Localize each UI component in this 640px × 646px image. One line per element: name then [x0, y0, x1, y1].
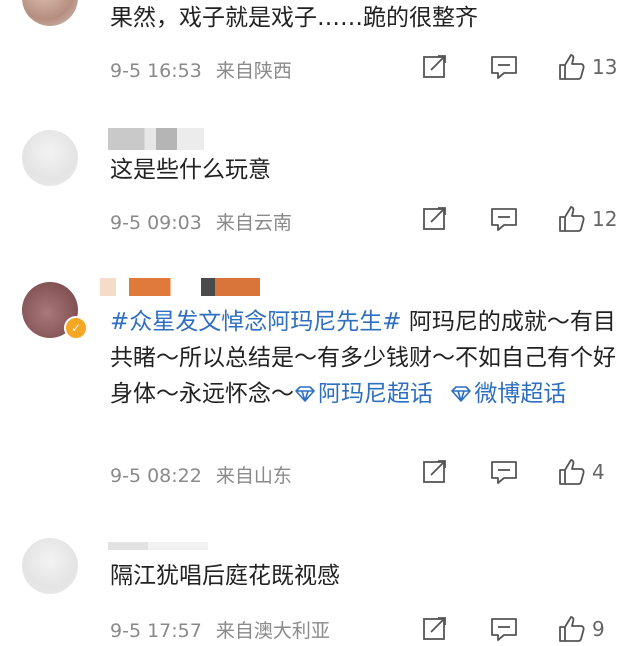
like-count: 9: [592, 617, 605, 641]
supertopic-link[interactable]: 微博超话: [450, 381, 566, 407]
comment-date: 9-5 08:22: [110, 465, 202, 487]
share-icon[interactable]: [422, 459, 452, 489]
comment-text: 隔江犹唱后庭花既视感: [110, 563, 340, 589]
comment-location: 来自山东: [215, 465, 292, 487]
comment-date: 9-5 17:57: [110, 620, 202, 642]
thumbs-up-icon: [559, 459, 585, 485]
verified-badge-icon: ✓: [64, 316, 88, 340]
username-redacted: [108, 542, 208, 550]
comment-text: #众星发文悼念阿玛尼先生# 阿玛尼的成就～有目共睹～所以总结是～有多少钱财～不如…: [110, 304, 620, 412]
supertopic-label: 阿玛尼超话: [318, 381, 433, 407]
comment-meta: 9-5 09:03 来自云南: [110, 208, 300, 235]
like-button[interactable]: 12: [556, 204, 626, 234]
comment-location: 来自陕西: [215, 60, 292, 82]
comment-icon[interactable]: [490, 459, 520, 489]
supertopic-link[interactable]: 阿玛尼超话: [294, 381, 433, 407]
topic-hashtag-link[interactable]: #众星发文悼念阿玛尼先生#: [110, 309, 402, 335]
like-count: 4: [592, 460, 605, 484]
comment-date: 9-5 09:03: [110, 212, 202, 234]
avatar[interactable]: [22, 0, 78, 26]
thumbs-up-icon: [559, 616, 585, 642]
diamond-icon: [451, 386, 472, 402]
comment-icon[interactable]: [490, 54, 520, 84]
comment-location: 来自云南: [215, 212, 292, 234]
comment-text: 果然，戏子就是戏子……跪的很整齐: [110, 5, 478, 31]
comment-location: 来自澳大利亚: [215, 620, 330, 642]
avatar[interactable]: [22, 130, 78, 186]
like-button[interactable]: 9: [556, 614, 626, 644]
share-icon[interactable]: [422, 54, 452, 84]
share-icon[interactable]: [422, 206, 452, 236]
username-redacted: [108, 128, 204, 150]
comment-text: 这是些什么玩意: [110, 157, 271, 183]
comment-date: 9-5 16:53: [110, 60, 202, 82]
thumbs-up-icon: [559, 54, 585, 80]
comment-icon[interactable]: [490, 206, 520, 236]
thumbs-up-icon: [559, 206, 585, 232]
like-button[interactable]: 4: [556, 457, 626, 487]
comment-icon[interactable]: [490, 616, 520, 646]
like-count: 12: [592, 207, 618, 231]
diamond-icon: [295, 386, 315, 402]
comment-meta: 9-5 17:57 来自澳大利亚: [110, 616, 338, 643]
comment-meta: 9-5 08:22 来自山东: [110, 461, 300, 488]
username-redacted: [100, 278, 260, 296]
like-button[interactable]: 13: [556, 52, 626, 82]
share-icon[interactable]: [422, 616, 452, 646]
avatar[interactable]: [22, 538, 78, 594]
supertopic-label: 微博超话: [474, 381, 567, 407]
like-count: 13: [592, 55, 618, 79]
comment-meta: 9-5 16:53 来自陕西: [110, 56, 300, 83]
